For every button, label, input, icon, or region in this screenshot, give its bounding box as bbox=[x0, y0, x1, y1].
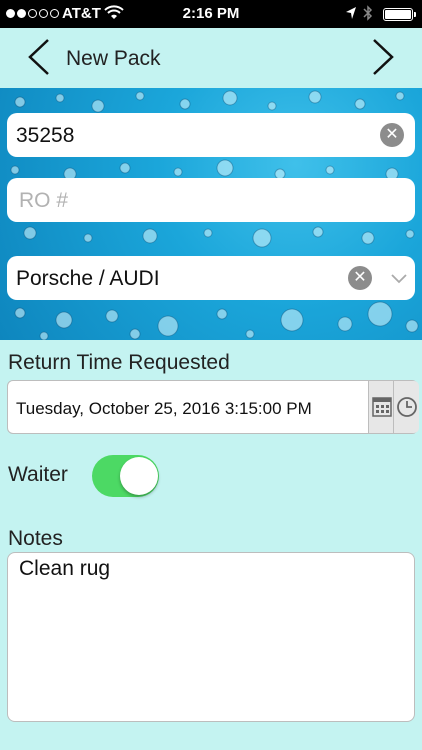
status-bar: AT&T 2:16 PM bbox=[0, 0, 422, 28]
forward-chevron-icon[interactable] bbox=[364, 36, 400, 78]
status-time: 2:16 PM bbox=[182, 5, 240, 22]
notes-value: Clean rug bbox=[19, 557, 111, 580]
clear-icon[interactable]: ✕ bbox=[380, 123, 404, 147]
calendar-icon[interactable] bbox=[368, 381, 394, 433]
ro-number-field[interactable]: RO # bbox=[7, 178, 415, 222]
toggle-knob bbox=[120, 457, 158, 495]
make-value: Porsche / AUDI bbox=[16, 267, 160, 290]
waiter-label: Waiter bbox=[8, 463, 68, 486]
stock-number-value: 35258 bbox=[16, 124, 75, 147]
clear-icon[interactable]: ✕ bbox=[348, 266, 372, 290]
notes-label: Notes bbox=[8, 527, 63, 550]
location-arrow-icon bbox=[345, 6, 357, 24]
clock-icon[interactable] bbox=[393, 381, 419, 433]
stock-number-field[interactable]: 35258 ✕ bbox=[7, 113, 415, 157]
back-chevron-icon[interactable] bbox=[22, 36, 58, 78]
ro-number-placeholder: RO # bbox=[19, 189, 69, 212]
water-drops-banner: 35258 ✕ RO # Porsche / AUDI ✕ bbox=[0, 88, 422, 340]
chevron-down-icon[interactable] bbox=[389, 268, 409, 288]
bluetooth-icon bbox=[363, 5, 373, 25]
make-select[interactable]: Porsche / AUDI ✕ bbox=[7, 256, 415, 300]
return-time-value: Tuesday, October 25, 2016 3:15:00 PM bbox=[16, 399, 312, 418]
page-title: New Pack bbox=[66, 47, 161, 70]
return-time-label: Return Time Requested bbox=[8, 351, 230, 374]
return-time-picker[interactable]: Tuesday, October 25, 2016 3:15:00 PM bbox=[7, 380, 419, 434]
notes-textarea[interactable]: Clean rug bbox=[7, 552, 415, 722]
navigation-bar: New Pack bbox=[0, 28, 422, 88]
battery-icon bbox=[383, 8, 416, 21]
waiter-toggle[interactable] bbox=[92, 455, 159, 497]
